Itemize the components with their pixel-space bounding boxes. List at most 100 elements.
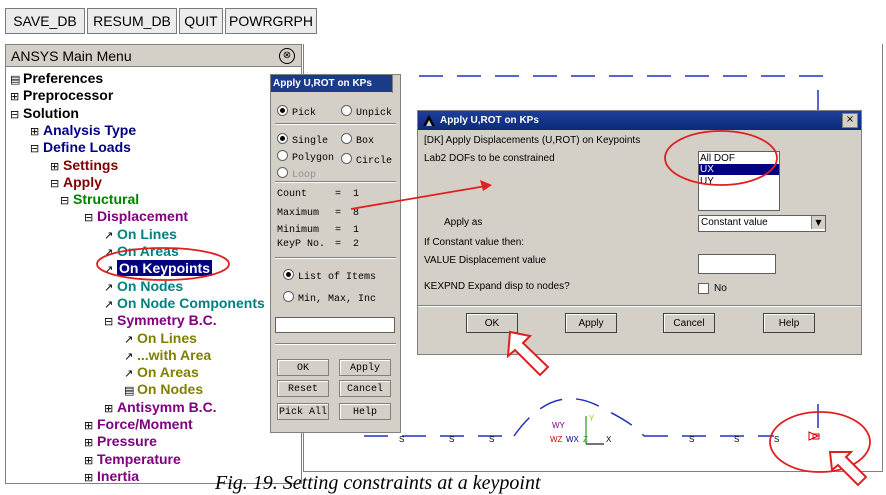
apply-as-value: Constant value	[701, 217, 768, 228]
menu-item-label: Antisymm B.C.	[117, 398, 217, 415]
apply-as-select[interactable]: Constant value ▼	[698, 215, 826, 232]
apply-as-label: Apply as	[444, 217, 483, 228]
dof-listbox[interactable]: All DOF UX UY	[698, 151, 780, 211]
expand-icon: ⊞	[50, 159, 60, 173]
collapse-icon: ⊟	[104, 315, 114, 329]
pick-scroll-icon[interactable]	[392, 75, 400, 93]
dialog-apply-button[interactable]: Apply	[565, 313, 617, 333]
resum-db-button[interactable]: RESUM_DB	[87, 8, 177, 34]
value-label: VALUE Displacement value	[424, 255, 547, 266]
menu-item-analysis-type[interactable]: ⊞ Analysis Type	[30, 122, 136, 139]
save-db-button[interactable]: SAVE_DB	[5, 8, 85, 34]
quit-button[interactable]: QUIT	[179, 8, 223, 34]
menu-item-on-lines[interactable]: ↗ On Lines	[104, 226, 177, 243]
maximum-label: Maximum	[277, 208, 320, 219]
dof-option-ux[interactable]: UX	[700, 164, 714, 175]
s-label-2: S	[449, 435, 454, 444]
menu-item-on-keypoints[interactable]: ↗ On Keypoints	[104, 260, 213, 277]
dialog-ok-button[interactable]: OK	[466, 313, 518, 333]
menu-item-solution[interactable]: ⊟ Solution	[10, 105, 79, 122]
loop-radio[interactable]: Loop	[277, 167, 316, 181]
keyp-value: 2	[353, 239, 360, 250]
menu-item-on-nodes[interactable]: ▤ On Nodes	[124, 381, 203, 398]
menu-item-label: On Nodes	[137, 381, 204, 398]
count-value: 1	[353, 189, 360, 200]
pick-entry-field[interactable]	[275, 317, 395, 333]
radio-icon	[283, 291, 294, 302]
menu-item-define-loads[interactable]: ⊟ Define Loads	[30, 139, 131, 156]
dialog-cancel-button[interactable]: Cancel	[663, 313, 715, 333]
menu-item-on-areas[interactable]: ↗ On Areas	[124, 364, 199, 381]
kexpnd-checkbox[interactable]	[698, 283, 709, 294]
close-icon[interactable]: ×	[842, 113, 858, 128]
menu-item-temperature[interactable]: ⊞ Temperature	[84, 451, 181, 468]
s-label-6: S	[774, 435, 779, 444]
dialog-help-button[interactable]: Help	[763, 313, 815, 333]
pick-all-button[interactable]: Pick All	[277, 403, 329, 420]
dialog-icon: ▤	[124, 384, 135, 398]
dof-option-uy[interactable]: UY	[700, 176, 714, 187]
menu-item-label: Displacement	[97, 208, 189, 225]
polygon-radio[interactable]: Polygon	[277, 150, 334, 164]
radio-selected-icon	[277, 105, 288, 116]
menu-item-label: Pressure	[97, 433, 157, 450]
axis-triad: WY Y WZ WX Z X	[550, 414, 612, 445]
pick-ok-button[interactable]: OK	[277, 359, 329, 376]
menu-item-antisymm-b-c[interactable]: ⊞ Antisymm B.C.	[104, 399, 217, 416]
dof-option-all[interactable]: All DOF	[700, 153, 735, 164]
menu-item-label: Apply	[63, 173, 102, 190]
constraint-symbol	[808, 431, 820, 441]
menu-item-on-areas[interactable]: ↗ On Areas	[104, 243, 179, 260]
action-icon: ↗	[124, 367, 134, 381]
pick-help-button[interactable]: Help	[339, 403, 391, 420]
menu-item-label: On Keypoints	[117, 260, 213, 277]
pick-panel: Apply U,ROT on KPs Pick Unpick Single Bo…	[270, 74, 401, 433]
menu-item-label: On Areas	[117, 243, 179, 259]
lab2-label: Lab2 DOFs to be constrained	[424, 153, 555, 164]
dialog-divider	[418, 305, 861, 307]
expand-icon: ⊞	[84, 419, 94, 432]
menu-item-displacement[interactable]: ⊟ Displacement	[84, 208, 188, 225]
menu-item-symmetry-b-c[interactable]: ⊟ Symmetry B.C.	[104, 312, 217, 329]
menu-item-force-moment[interactable]: ⊞ Force/Moment	[84, 416, 193, 433]
if-constant-label: If Constant value then:	[424, 237, 525, 248]
menu-item-on-nodes[interactable]: ↗ On Nodes	[104, 278, 183, 295]
minimum-value: 1	[353, 225, 360, 236]
pick-apply-button[interactable]: Apply	[339, 359, 391, 376]
unpick-radio[interactable]: Unpick	[341, 105, 392, 119]
collapse-icon[interactable]: ⊗	[279, 48, 295, 64]
apply-urot-dialog: Apply U,ROT on KPs × [DK] Apply Displace…	[417, 110, 862, 355]
menu-item-settings[interactable]: ⊞ Settings	[50, 157, 118, 174]
min-max-inc-radio[interactable]: Min, Max, Inc	[283, 291, 376, 305]
chevron-down-icon[interactable]: ▼	[811, 216, 825, 229]
single-radio[interactable]: Single	[277, 133, 328, 147]
pick-reset-button[interactable]: Reset	[277, 380, 329, 397]
menu-tree: ▤ Preferences ⊞ Preprocessor ⊟ Solution ⊞ Analy…	[6, 67, 301, 485]
menu-item-label: On Lines	[117, 225, 177, 242]
menu-item-with-area[interactable]: ↗ ...with Area	[124, 347, 211, 364]
menu-item-inertia[interactable]: ⊞ Inertia	[84, 468, 139, 485]
value-input[interactable]	[698, 254, 776, 274]
pick-cancel-button[interactable]: Cancel	[339, 380, 391, 397]
menu-item-label: Structural	[73, 191, 140, 208]
action-icon: ↗	[104, 297, 114, 311]
menu-item-apply[interactable]: ⊟ Apply	[50, 174, 102, 191]
list-of-items-radio[interactable]: List of Items	[283, 269, 376, 283]
collapse-icon: ⊟	[50, 176, 60, 190]
figure-caption: Fig. 19. Setting constraints at a keypoi…	[215, 472, 541, 494]
pick-radio[interactable]: Pick	[277, 105, 316, 119]
s-label-5: S	[734, 435, 739, 444]
collapse-icon: ⊟	[10, 107, 20, 121]
collapse-icon: ⊟	[84, 211, 94, 225]
menu-item-preferences[interactable]: ▤ Preferences	[10, 70, 103, 87]
box-radio[interactable]: Box	[341, 133, 374, 147]
powrgrph-button[interactable]: POWRGRPH	[225, 8, 317, 34]
menu-item-structural[interactable]: ⊟ Structural	[60, 191, 139, 208]
menu-item-preprocessor[interactable]: ⊞ Preprocessor	[10, 87, 113, 104]
menu-item-pressure[interactable]: ⊞ Pressure	[84, 433, 157, 450]
menu-item-on-node-components[interactable]: ↗ On Node Components	[104, 295, 265, 312]
menu-item-on-lines[interactable]: ↗ On Lines	[124, 330, 197, 347]
dialog-heading: [DK] Apply Displacements (U,ROT) on Keyp…	[424, 135, 641, 146]
circle-radio[interactable]: Circle	[341, 153, 392, 167]
menu-item-label: On Areas	[137, 364, 199, 381]
